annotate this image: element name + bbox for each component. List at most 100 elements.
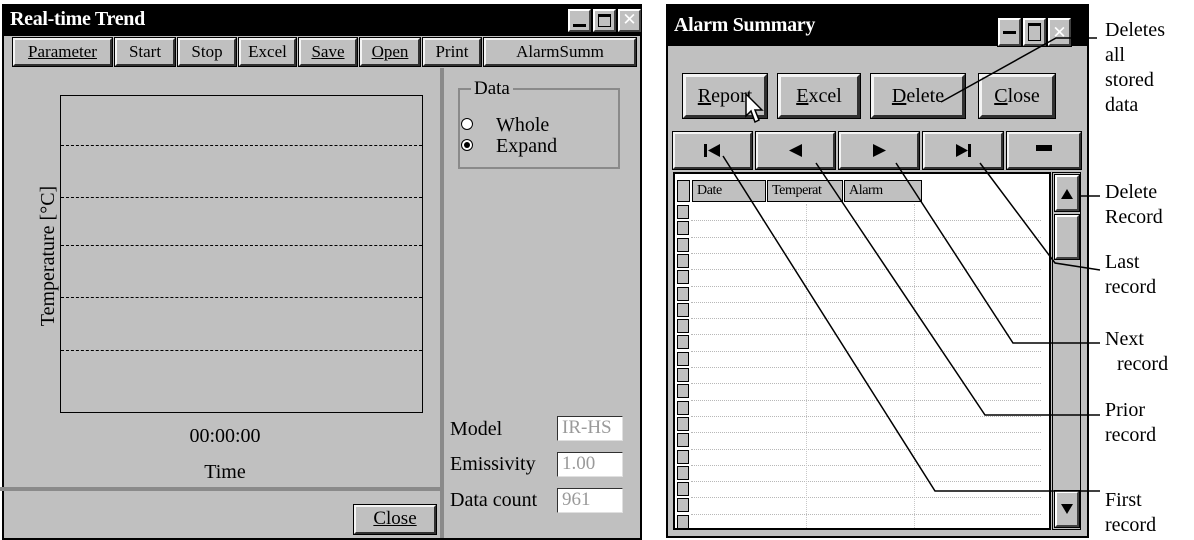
table-row[interactable]: [691, 513, 1041, 515]
vertical-scrollbar[interactable]: [1052, 172, 1081, 530]
first-record-button[interactable]: [672, 131, 753, 170]
row-selector[interactable]: [677, 237, 689, 252]
close-icon: ✕: [1052, 23, 1067, 43]
vertical-splitter[interactable]: [440, 68, 444, 538]
next-record-button[interactable]: [838, 131, 920, 170]
row-selector[interactable]: [677, 384, 689, 399]
delete-mnemonic: D: [891, 85, 907, 107]
close-window-button[interactable]: ✕: [1047, 17, 1072, 47]
table-row[interactable]: [691, 448, 1041, 450]
start-button[interactable]: Start: [114, 37, 176, 67]
table-row[interactable]: [691, 301, 1041, 303]
row-selector[interactable]: [677, 498, 689, 513]
row-selector[interactable]: [677, 449, 689, 464]
table-row[interactable]: [691, 497, 1041, 499]
row-selector[interactable]: [677, 319, 689, 334]
table-row[interactable]: [691, 367, 1041, 368]
excel-mnemonic: E: [796, 85, 809, 107]
print-button[interactable]: Print: [422, 37, 482, 67]
alarm-close-button[interactable]: Close: [978, 73, 1056, 119]
scroll-down-button[interactable]: [1054, 490, 1080, 528]
gridline: [61, 197, 422, 198]
row-selector[interactable]: [677, 302, 689, 317]
row-selector[interactable]: [677, 286, 689, 301]
excel-export-button[interactable]: Excel: [777, 73, 861, 119]
row-selector[interactable]: [677, 335, 689, 350]
maximize-button[interactable]: [1022, 17, 1047, 47]
expand-radio[interactable]: [461, 139, 473, 151]
row-selector[interactable]: [677, 482, 689, 497]
minimize-button[interactable]: [997, 17, 1022, 47]
data-count-field: 961: [557, 488, 623, 513]
row-selector[interactable]: [677, 400, 689, 415]
scroll-down-icon: [1061, 504, 1073, 514]
model-field: IR-HS: [557, 416, 623, 441]
column-header-temperature[interactable]: Temperat: [767, 180, 843, 202]
table-row[interactable]: [691, 481, 1041, 483]
prior-record-button[interactable]: [755, 131, 836, 170]
annotation-line: Record: [1105, 206, 1163, 228]
table-row[interactable]: [691, 383, 1041, 385]
open-button[interactable]: Open: [359, 37, 421, 67]
x-axis-label: Time: [204, 461, 246, 483]
parameter-button[interactable]: Parameter: [12, 37, 113, 67]
table-row[interactable]: [691, 464, 1041, 466]
annotation-last-record: Last record: [1105, 250, 1156, 300]
maximize-button[interactable]: [592, 8, 617, 33]
trend-close-button[interactable]: Close: [353, 504, 437, 535]
column-header-date[interactable]: Date: [692, 180, 766, 202]
row-selector[interactable]: [677, 351, 689, 366]
stop-button[interactable]: Stop: [177, 37, 237, 67]
time-readout: 00:00:00: [189, 425, 261, 447]
scroll-thumb[interactable]: [1054, 214, 1080, 260]
scroll-up-button[interactable]: [1054, 174, 1080, 212]
table-row[interactable]: [691, 432, 1041, 434]
row-selector[interactable]: [677, 253, 689, 268]
row-selector[interactable]: [677, 514, 689, 528]
row-selector[interactable]: [677, 205, 689, 219]
whole-radio[interactable]: [461, 118, 473, 130]
data-count-label: Data count: [450, 489, 538, 511]
column-divider: [914, 204, 915, 528]
emissivity-field: 1.00: [557, 452, 623, 477]
row-selector-header: [677, 180, 690, 202]
row-selector[interactable]: [677, 368, 689, 382]
whole-radio-label: Whole: [496, 114, 550, 136]
excel-button[interactable]: Excel: [238, 37, 297, 67]
annotation-prior-record: Prior record: [1105, 398, 1156, 448]
annotation-delete-record: Delete Record: [1105, 180, 1163, 230]
table-row[interactable]: [691, 285, 1041, 287]
row-selector[interactable]: [677, 270, 689, 285]
table-row[interactable]: [691, 269, 1041, 271]
prior-record-icon: [789, 144, 802, 157]
alarm-summary-button[interactable]: AlarmSumm: [483, 37, 637, 67]
row-selector[interactable]: [677, 433, 689, 448]
table-row[interactable]: [691, 318, 1041, 320]
gridline: [61, 245, 422, 246]
table-row[interactable]: [691, 334, 1041, 336]
table-row[interactable]: [691, 415, 1041, 417]
horizontal-splitter[interactable]: [0, 487, 442, 491]
table-row[interactable]: [691, 252, 1041, 254]
alarm-data-grid[interactable]: Date Temperat Alarm: [673, 172, 1051, 530]
row-selector[interactable]: [677, 416, 689, 431]
delete-record-button[interactable]: [1006, 131, 1082, 170]
annotation-line: stored: [1105, 69, 1154, 91]
window-title: Alarm Summary: [674, 14, 816, 36]
column-header-alarm[interactable]: Alarm: [844, 180, 922, 202]
close-window-button[interactable]: ✕: [617, 8, 642, 33]
table-row[interactable]: [691, 399, 1041, 401]
annotation-line: all: [1105, 44, 1125, 66]
table-row[interactable]: [691, 350, 1041, 352]
save-button[interactable]: Save: [298, 37, 358, 67]
row-selector[interactable]: [677, 221, 689, 236]
table-row[interactable]: [691, 236, 1041, 238]
minimize-button[interactable]: [567, 8, 592, 33]
annotation-line: Last: [1105, 251, 1140, 273]
table-row[interactable]: [691, 220, 1041, 222]
delete-all-button[interactable]: Delete: [870, 73, 966, 119]
last-record-button[interactable]: [922, 131, 1004, 170]
y-axis-label: Temperature [°C]: [37, 185, 59, 327]
maximize-icon: [598, 14, 611, 27]
row-selector[interactable]: [677, 465, 689, 480]
